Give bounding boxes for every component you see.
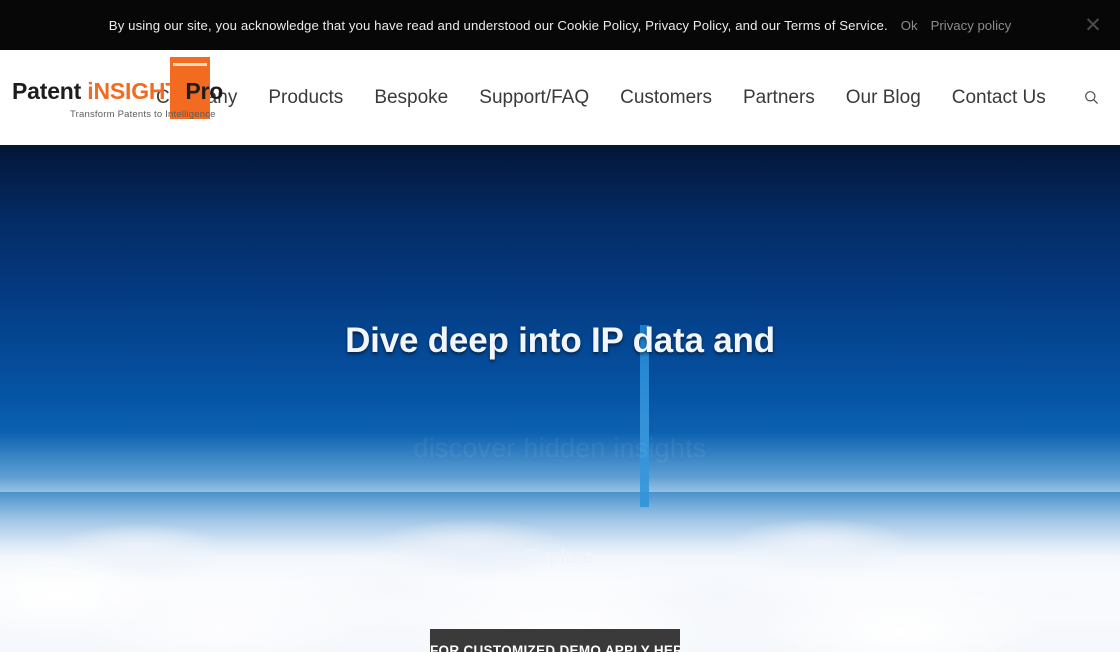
- nav-item-customers[interactable]: Customers: [620, 87, 712, 109]
- logo-word-insight: iNSIGHT: [87, 78, 180, 104]
- page-root: By using our site, you acknowledge that …: [0, 0, 1120, 652]
- nav-item-bespoke[interactable]: Bespoke: [374, 87, 448, 109]
- nav-item-our-blog[interactable]: Our Blog: [846, 87, 921, 109]
- site-header: Company Products Bespoke Support/FAQ Cus…: [0, 50, 1120, 145]
- nav-item-products[interactable]: Products: [268, 87, 343, 109]
- logo-wordmark: Patent iNSIGHT Pro: [12, 80, 223, 103]
- cookie-consent-message: By using our site, you acknowledge that …: [108, 17, 888, 33]
- logo-tagline: Transform Patents to Intelligence: [70, 109, 216, 120]
- hero-subheadline: discover hidden insights: [413, 433, 707, 463]
- hero-banner: Dive deep into IP data and discover hidd…: [0, 145, 1120, 652]
- nav-item-partners[interactable]: Partners: [743, 87, 815, 109]
- logo-word-pro: Pro: [185, 78, 224, 104]
- nav-item-contact-us[interactable]: Contact Us: [952, 87, 1046, 109]
- site-logo[interactable]: Patent iNSIGHT Pro Transform Patents to …: [12, 57, 223, 132]
- nav-item-support-faq[interactable]: Support/FAQ: [479, 87, 589, 109]
- cookie-ok-button[interactable]: Ok: [901, 18, 918, 33]
- demo-cta-label: FOR CUSTOMIZED DEMO APPLY HERE: [430, 643, 680, 652]
- logo-accent-stripe: [173, 63, 207, 66]
- demo-cta-banner[interactable]: FOR CUSTOMIZED DEMO APPLY HERE: [430, 629, 680, 652]
- search-icon[interactable]: [1078, 85, 1104, 111]
- cookie-consent-bar: By using our site, you acknowledge that …: [0, 0, 1120, 50]
- cookie-privacy-policy-link[interactable]: Privacy policy: [931, 18, 1012, 33]
- hero-headline: Dive deep into IP data and: [345, 321, 775, 360]
- explore-button[interactable]: Explore: [0, 546, 1120, 569]
- close-icon[interactable]: ✕: [1080, 12, 1106, 38]
- logo-word-patent: Patent: [12, 78, 82, 104]
